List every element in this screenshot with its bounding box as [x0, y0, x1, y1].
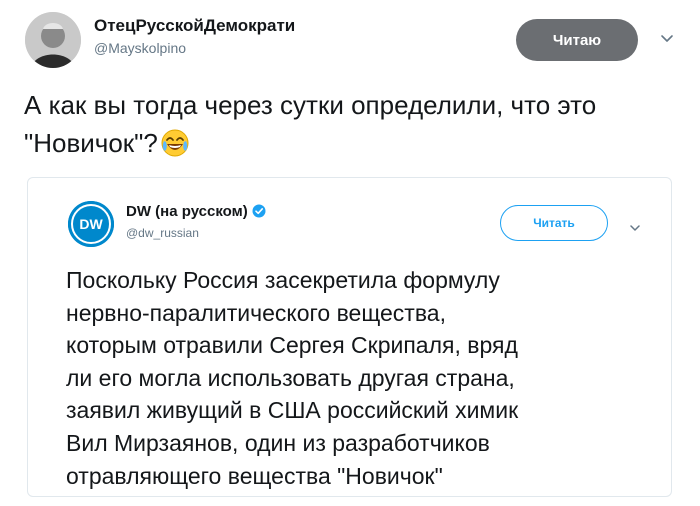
author-handle[interactable]: @Mayskolpino — [94, 40, 186, 56]
quoted-text-line: ли его могла использовать другая страна, — [66, 364, 515, 391]
chevron-down-icon[interactable] — [629, 222, 641, 234]
quoted-text-line: нервно-паралитического вещества, — [66, 299, 446, 326]
avatar[interactable] — [25, 12, 81, 68]
tweet-text-body: А как вы тогда через сутки определили, ч… — [24, 90, 597, 158]
dw-avatar[interactable]: DW — [68, 201, 114, 247]
laughing-emoji-icon — [160, 128, 190, 168]
follow-button[interactable]: Читаю — [516, 19, 638, 61]
quoted-follow-button[interactable]: Читать — [500, 205, 608, 241]
tweet-text: А как вы тогда через сутки определили, ч… — [24, 86, 684, 168]
quoted-text-line: Вил Мирзаянов, один из разработчиков — [66, 429, 490, 456]
chevron-down-icon[interactable] — [660, 31, 674, 45]
tweet: ОтецРусскойДемократи @Mayskolpino Читаю … — [0, 0, 700, 506]
dw-logo-text: DW — [79, 216, 103, 232]
quoted-text-line: отравляющего вещества "Новичок" — [66, 462, 443, 489]
quoted-author-handle[interactable]: @dw_russian — [126, 226, 199, 240]
quoted-text-line: которым отравили Сергея Скрипаля, вряд — [66, 332, 518, 359]
verified-badge-icon — [252, 204, 266, 218]
quoted-tweet[interactable]: DW DW (на русском) @dw_russian Читать По… — [27, 177, 672, 497]
quoted-author-name[interactable]: DW (на русском) — [126, 203, 266, 220]
quoted-tweet-text: Поскольку Россия засекретила формулу нер… — [66, 264, 666, 492]
quoted-text-line: Поскольку Россия засекретила формулу — [66, 267, 500, 293]
quoted-author-name-text[interactable]: DW (на русском) — [126, 203, 248, 220]
author-name[interactable]: ОтецРусскойДемократи — [94, 16, 295, 36]
quoted-text-line: заявил живущий в США российский химик — [66, 397, 519, 424]
